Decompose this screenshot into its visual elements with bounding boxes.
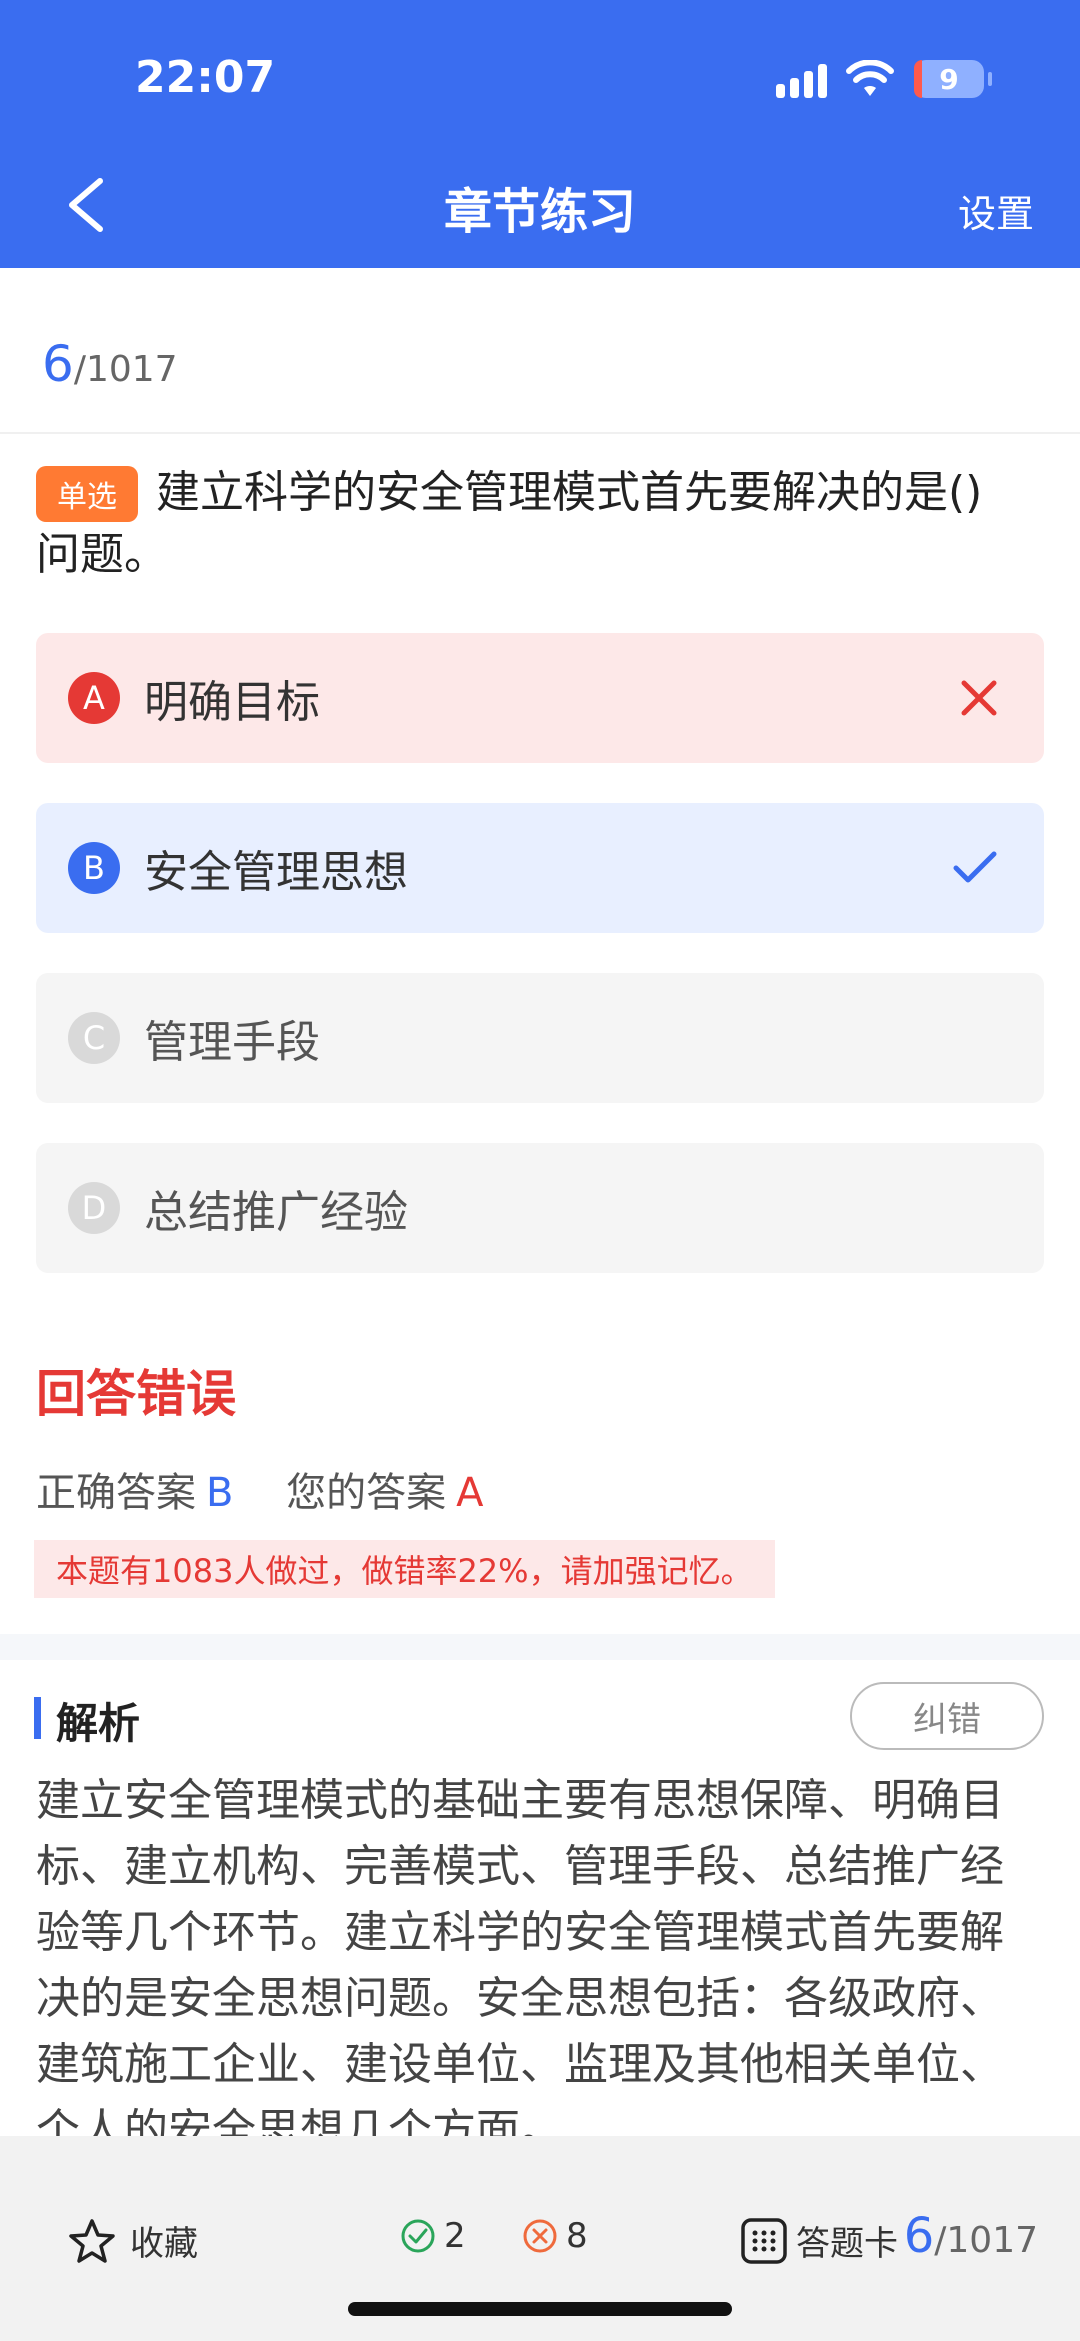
home-indicator (348, 2302, 732, 2316)
report-error-button[interactable]: 纠错 (850, 1682, 1044, 1750)
check-circle-icon (401, 2219, 435, 2253)
star-icon (69, 2218, 115, 2263)
option-label: 明确目标 (144, 677, 320, 728)
option-letter: A (68, 672, 120, 724)
correct-count-value: 2 (444, 2216, 466, 2256)
option-c[interactable]: C 管理手段 (36, 973, 1044, 1103)
option-letter: D (68, 1182, 120, 1234)
favorite-button[interactable]: 收藏 (68, 2216, 198, 2265)
x-circle-icon (523, 2219, 557, 2253)
correct-answer: B (206, 1470, 234, 1516)
my-answer-label: 您的答案 (286, 1470, 447, 1516)
section-gap (0, 1634, 1080, 1660)
divider (0, 432, 1080, 434)
wifi-icon (846, 60, 894, 96)
app-header: 22:07 9 章节练习 设置 (0, 0, 1080, 268)
analysis-accent-bar (34, 1697, 41, 1739)
error-rate-stat: 本题有1083人做过，做错率22%，请加强记忆。 (34, 1540, 775, 1598)
answer-card-button[interactable]: 答题卡 (740, 2216, 898, 2265)
result-title: 回答错误 (36, 1365, 236, 1423)
correct-count[interactable]: 2 (400, 2216, 466, 2256)
wrong-x-icon (961, 680, 997, 716)
option-label: 管理手段 (144, 1017, 320, 1068)
page-title: 章节练习 (443, 184, 636, 240)
battery-icon: 9 (914, 60, 992, 98)
my-answer: A (456, 1470, 484, 1516)
favorite-label: 收藏 (130, 2224, 198, 2264)
analysis-title: 解析 (56, 1699, 141, 1748)
check-icon (953, 851, 997, 883)
battery-level: 9 (939, 62, 959, 96)
option-label: 安全管理思想 (144, 847, 408, 898)
bottom-progress: 6/1017 (904, 2208, 1038, 2264)
progress-total: /1017 (73, 349, 178, 390)
wrong-count[interactable]: 8 (522, 2216, 588, 2256)
bottom-progress-current: 6 (903, 2208, 935, 2264)
question-type-badge: 单选 (36, 466, 138, 522)
grid-icon (741, 2217, 787, 2264)
option-letter: B (68, 842, 120, 894)
answer-summary: 正确答案 B 您的答案 A (36, 1460, 484, 1518)
status-time: 22:07 (135, 52, 276, 103)
option-label: 总结推广经验 (144, 1187, 408, 1238)
option-b[interactable]: B 安全管理思想 (36, 803, 1044, 933)
analysis-text: 建立安全管理模式的基础主要有思想保障、明确目标、建立机构、完善模式、管理手段、总… (36, 1775, 1004, 2140)
answer-card-label: 答题卡 (796, 2224, 898, 2264)
option-d[interactable]: D 总结推广经验 (36, 1143, 1044, 1273)
cellular-signal-icon (776, 62, 827, 98)
bottom-progress-total: /1017 (934, 2220, 1038, 2261)
question-text: 建立科学的安全管理模式首先要解决的是()问题。 (36, 467, 983, 580)
question-progress: 6/1017 (42, 335, 178, 393)
option-letter: C (68, 1012, 120, 1064)
progress-current: 6 (42, 335, 74, 393)
option-a[interactable]: A 明确目标 (36, 633, 1044, 763)
correct-answer-label: 正确答案 (36, 1470, 196, 1516)
settings-button[interactable]: 设置 (958, 183, 1034, 238)
wrong-count-value: 8 (566, 2216, 588, 2256)
